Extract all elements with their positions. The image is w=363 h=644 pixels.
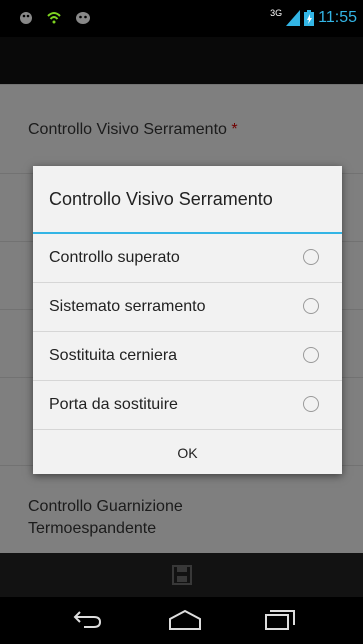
option-controllo-superato[interactable]: Controllo superato	[33, 234, 342, 283]
option-label: Controllo superato	[49, 249, 180, 266]
home-icon[interactable]	[168, 609, 202, 631]
radio-button[interactable]	[303, 396, 319, 412]
wifi-icon	[47, 12, 61, 24]
status-right: 3G 11:55	[270, 8, 357, 27]
status-bar: 3G 11:55	[0, 0, 363, 37]
single-choice-dialog: Controllo Visivo Serramento Controllo su…	[33, 166, 342, 474]
android-icon	[76, 12, 90, 24]
battery-icon	[304, 10, 315, 26]
notification-icons	[18, 9, 92, 25]
navigation-bar	[0, 597, 363, 644]
back-icon[interactable]	[72, 609, 104, 631]
radio-button[interactable]	[303, 249, 319, 265]
clock: 11:55	[318, 9, 357, 26]
signal-icon	[286, 10, 301, 26]
network-type: 3G	[270, 8, 283, 18]
option-label: Sostituita cerniera	[49, 347, 178, 364]
option-sistemato-serramento[interactable]: Sistemato serramento	[33, 283, 342, 332]
dialog-title: Controllo Visivo Serramento	[33, 166, 342, 234]
radio-button[interactable]	[303, 347, 319, 363]
option-label: Sistemato serramento	[49, 298, 206, 315]
option-porta-da-sostituire[interactable]: Porta da sostituire	[33, 381, 342, 430]
ok-button[interactable]: OK	[33, 430, 342, 477]
recents-icon[interactable]	[264, 609, 296, 631]
option-sostituita-cerniera[interactable]: Sostituita cerniera	[33, 332, 342, 381]
radio-button[interactable]	[303, 298, 319, 314]
android-icon	[20, 12, 32, 24]
option-label: Porta da sostituire	[49, 396, 178, 413]
